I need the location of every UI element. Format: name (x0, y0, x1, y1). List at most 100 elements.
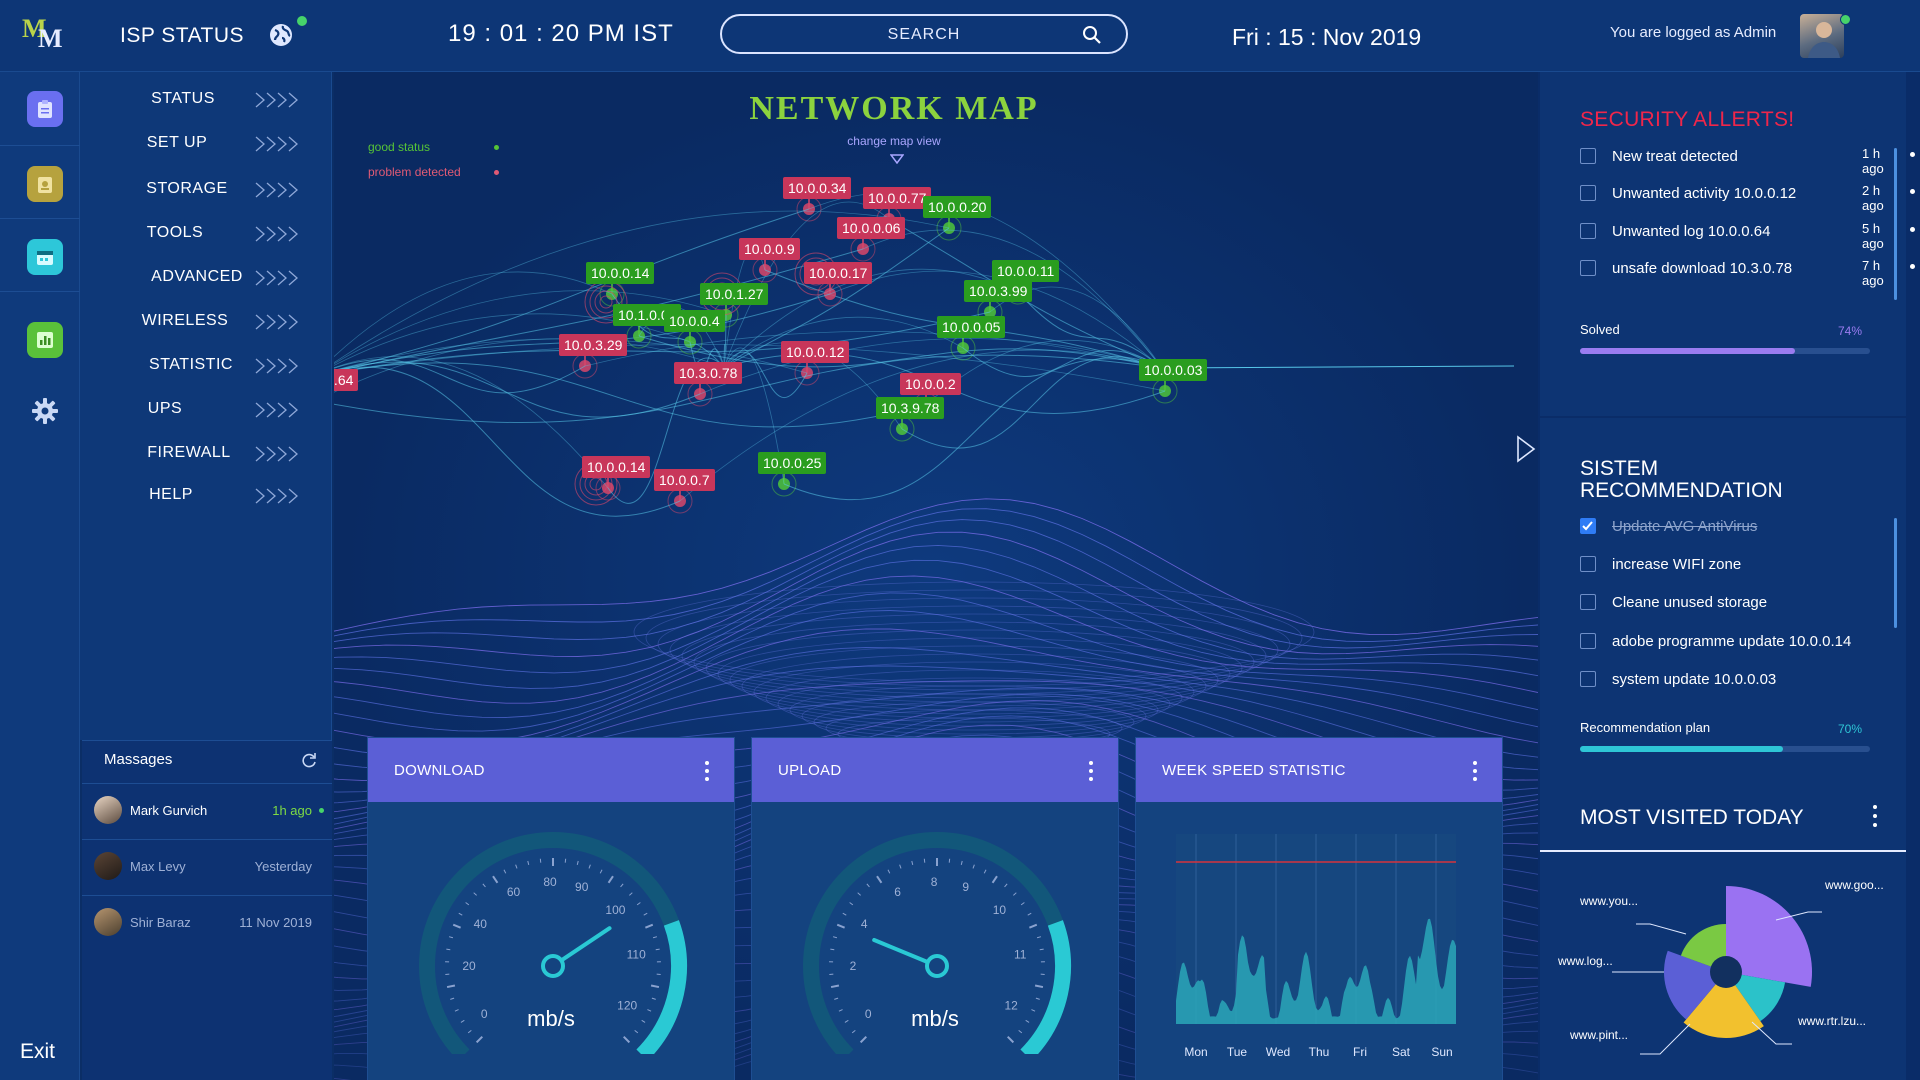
more-icon[interactable] (1088, 760, 1094, 782)
recommendation-checkbox[interactable] (1580, 556, 1596, 572)
chevrons-right-icon (255, 92, 298, 108)
network-node[interactable]: 10.0.0.14 (586, 262, 655, 284)
avatar (94, 908, 122, 936)
scrollbar[interactable] (1894, 148, 1897, 300)
recommendation-checkbox[interactable] (1580, 518, 1596, 534)
more-icon[interactable] (704, 760, 710, 782)
menu-item-label: STORAGE (146, 180, 228, 197)
network-node[interactable]: 10.0.3.29 (559, 334, 628, 356)
avatar-online-dot (1840, 14, 1851, 25)
network-node[interactable]: 10.0.0.06 (837, 217, 906, 239)
network-node[interactable]: 10.0.0.64 (334, 369, 359, 391)
alert-checkbox[interactable] (1580, 260, 1596, 276)
alert-text: unsafe download 10.3.0.78 (1612, 260, 1793, 277)
gauge-tick (1039, 948, 1044, 951)
search-label: SEARCH (887, 26, 961, 43)
calendar-icon[interactable] (27, 239, 63, 275)
gauge-tick (645, 923, 654, 929)
network-node[interactable]: 10.0.3.99 (964, 280, 1033, 302)
user-avatar[interactable] (1800, 14, 1844, 58)
menu-item-set-up[interactable]: SET UP (80, 124, 332, 164)
alert-checkbox[interactable] (1580, 223, 1596, 239)
message-row[interactable]: Max Levy Yesterday (82, 839, 332, 895)
recommendation-row[interactable]: Cleane unused storage (1580, 586, 1900, 622)
alert-checkbox[interactable] (1580, 185, 1596, 201)
network-node[interactable]: 10.0.0.11 (992, 260, 1060, 282)
network-link (334, 361, 701, 418)
legend-dot (494, 170, 499, 175)
recommendation-row[interactable]: Update AVG AntiVirus (1580, 510, 1900, 546)
chevrons-right-icon (255, 314, 298, 330)
app-logo[interactable]: MM (18, 14, 66, 58)
network-node[interactable]: 10.0.0.20 (923, 196, 992, 218)
alert-checkbox[interactable] (1580, 148, 1596, 164)
menu-item-statistic[interactable]: STATISTIC (80, 346, 332, 386)
recommendation-row[interactable]: increase WIFI zone (1580, 548, 1900, 584)
clipboard-icon[interactable] (27, 91, 63, 127)
menu-item-help[interactable]: HELP (80, 476, 332, 516)
change-map-view-link[interactable]: change map view (334, 134, 1454, 148)
network-node[interactable]: 10.0.0.05 (937, 316, 1006, 338)
message-row[interactable]: Shir Baraz 11 Nov 2019 (82, 895, 332, 951)
alert-row[interactable]: Unwanted log 10.0.0.64 5 h ago (1580, 215, 1915, 251)
recommendation-checkbox[interactable] (1580, 633, 1596, 649)
gauge-tick (1035, 997, 1040, 1000)
menu-item-tools[interactable]: TOOLS (80, 214, 332, 254)
gauge-tick-label: 90 (575, 880, 589, 894)
network-node[interactable]: 10.3.0.78 (674, 362, 743, 384)
menu-item-wireless[interactable]: WIRELESS (80, 302, 332, 342)
network-node[interactable]: 10.0.0.14 (582, 456, 651, 478)
network-node[interactable]: 10.0.0.17 (804, 262, 873, 284)
alert-row[interactable]: unsafe download 10.3.0.78 7 h ago (1580, 252, 1915, 288)
more-icon[interactable] (1872, 804, 1878, 828)
search-icon[interactable] (1082, 25, 1102, 45)
menu-item-firewall[interactable]: FIREWALL (80, 434, 332, 474)
scrollbar[interactable] (1894, 518, 1897, 628)
recommendation-text: adobe programme update 10.0.0.14 (1612, 633, 1852, 650)
menu-item-status[interactable]: STATUS (80, 80, 332, 120)
date-display: Fri : 15 : Nov 2019 (1232, 24, 1422, 50)
recommendation-checkbox[interactable] (1580, 594, 1596, 610)
gauge-tick (446, 984, 456, 989)
chevron-down-icon[interactable] (890, 154, 904, 164)
chart-day-label: Tue (1227, 1045, 1248, 1059)
menu-item-ups[interactable]: UPS (80, 390, 332, 430)
network-node[interactable]: 10.0.0.4 (664, 310, 725, 332)
gauge-tick (1036, 936, 1042, 939)
network-node[interactable]: 10.0.0.34 (783, 177, 852, 199)
network-node[interactable]: 10.3.9.78 (876, 397, 945, 419)
recommendation-row[interactable]: system update 10.0.0.03 (1580, 663, 1900, 699)
message-row[interactable]: Mark Gurvich 1h ago (82, 783, 332, 839)
exit-button[interactable]: Exit (20, 1040, 55, 1064)
network-node[interactable]: 10.0.0.7 (654, 469, 715, 491)
alert-row[interactable]: New treat detected 1 h ago (1580, 140, 1915, 176)
alert-row[interactable]: Unwanted activity 10.0.0.12 2 h ago (1580, 177, 1915, 213)
message-sender: Shir Baraz (130, 915, 191, 930)
recommendation-row[interactable]: adobe programme update 10.0.0.14 (1580, 625, 1900, 661)
network-node[interactable]: 10.0.0.03 (1139, 359, 1208, 381)
network-node[interactable]: 10.0.0.77 (863, 187, 932, 209)
network-node[interactable]: 10.0.0.25 (758, 452, 827, 474)
gauge-tick-label: 100 (605, 903, 625, 917)
network-node[interactable]: 10.0.0.9 (739, 238, 800, 260)
network-node[interactable]: 10.0.1.27 (700, 283, 769, 305)
menu-item-storage[interactable]: STORAGE (80, 170, 332, 210)
globe-icon[interactable] (268, 22, 294, 48)
unread-dot (319, 808, 324, 813)
network-node[interactable]: 10.0.0.12 (781, 341, 850, 363)
search-bar[interactable]: SEARCH (720, 14, 1128, 54)
message-time: 1h ago (272, 803, 312, 818)
chart-icon[interactable] (27, 322, 63, 358)
menu-item-advanced[interactable]: ADVANCED (80, 258, 332, 298)
gauge-tick (887, 869, 891, 874)
badge-icon[interactable] (27, 166, 63, 202)
play-arrow-icon[interactable] (1516, 435, 1536, 463)
gear-icon[interactable] (31, 397, 59, 425)
refresh-icon[interactable] (300, 751, 318, 769)
network-node[interactable]: 10.0.0.2 (900, 373, 961, 395)
visit-label: www.rtr.lzu... (1798, 1014, 1867, 1028)
recommendation-checkbox[interactable] (1580, 671, 1596, 687)
gauge-tick (857, 892, 861, 896)
more-icon[interactable] (1472, 760, 1478, 782)
gauge-tick (623, 1036, 631, 1044)
